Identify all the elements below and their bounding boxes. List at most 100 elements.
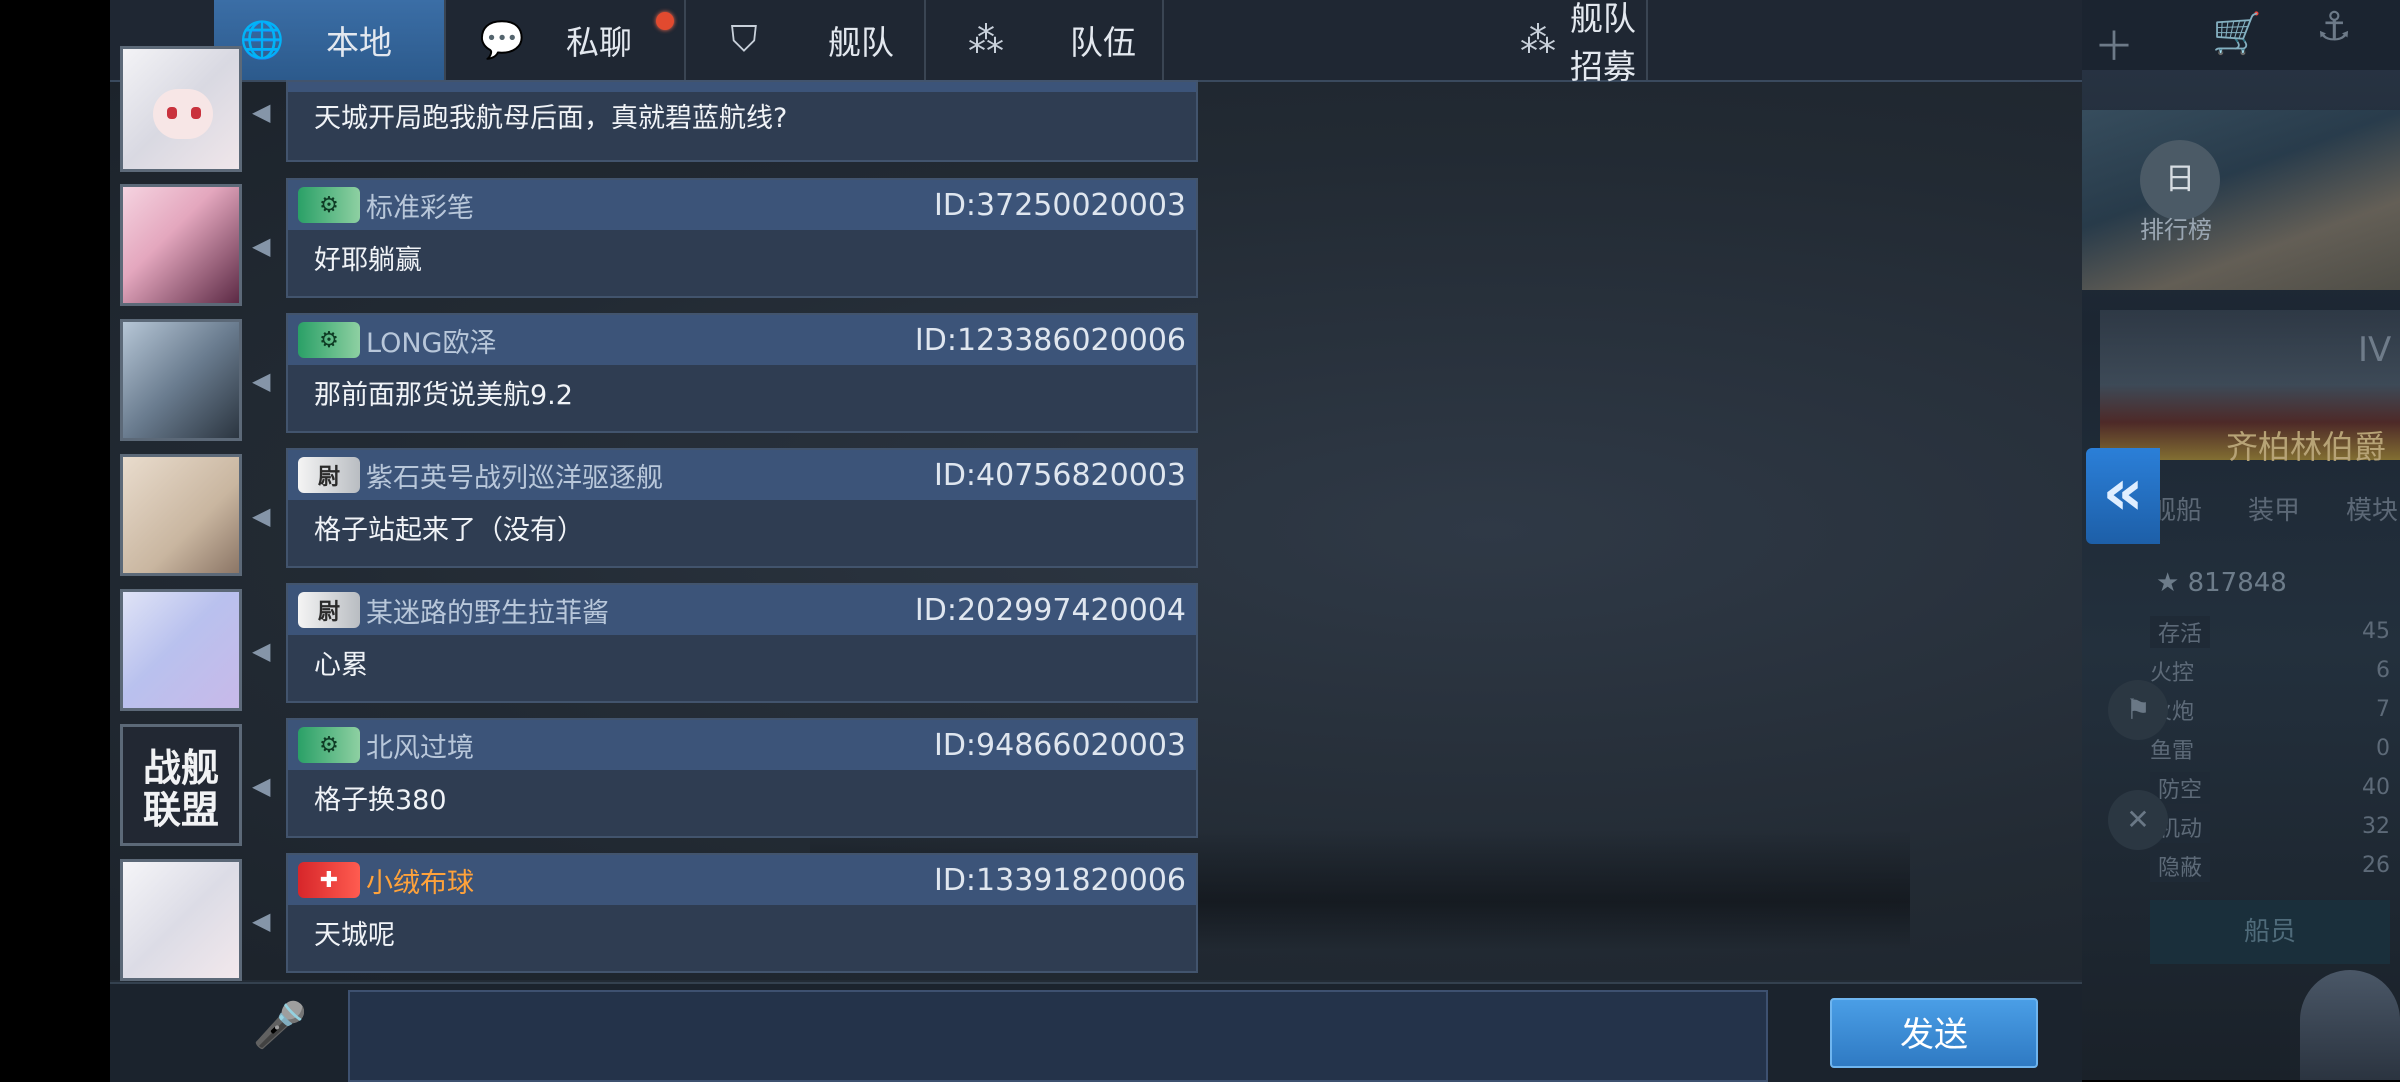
avatar-eye bbox=[191, 107, 201, 119]
user-avatar[interactable] bbox=[120, 859, 242, 981]
message-text: 格子站起来了（没有） bbox=[314, 515, 584, 546]
stat-label: 鱼雷 bbox=[2150, 738, 2195, 764]
stat-row: 存活 45 bbox=[2150, 612, 2390, 651]
score-value: 817848 bbox=[2187, 568, 2287, 598]
tab-team[interactable]: ⁂ 队伍 bbox=[926, 0, 1164, 80]
username[interactable]: LONG欧泽 bbox=[366, 321, 496, 360]
logo-line: 战舰 bbox=[142, 746, 219, 790]
tab-local[interactable]: 🌐 本地 bbox=[214, 0, 446, 80]
message-header: ✚ 小绒布球 ID:13391820006 bbox=[288, 855, 1196, 905]
tab-private-chat[interactable]: 💬 私聊 bbox=[446, 0, 686, 80]
rank-badge-icon: 尉 bbox=[298, 457, 360, 493]
leaderboard-label: 排行榜 bbox=[2140, 216, 2212, 244]
chat-tab-bar: 🌐 本地 💬 私聊 ⛉ 舰队 ⁂ 队伍 ⁂ 舰队招募 bbox=[110, 0, 2082, 86]
bubble-pointer-icon: ◀ bbox=[252, 502, 271, 530]
message-header: ⚙ 标准彩笔 ID:37250020003 bbox=[288, 180, 1196, 230]
message-bubble: 尉 紫石英号战列巡洋驱逐舰 ID:40756820003 格子站起来了（没有） bbox=[286, 448, 1198, 568]
user-avatar[interactable] bbox=[120, 46, 242, 172]
stat-value: 6 bbox=[2376, 658, 2390, 683]
tab-label: 私聊 bbox=[566, 23, 632, 62]
message-header: ⚙ LONG欧泽 ID:123386020006 bbox=[288, 315, 1196, 365]
anchor-icon[interactable]: ⚓ bbox=[2316, 4, 2352, 50]
bubble-pointer-icon: ◀ bbox=[252, 772, 271, 800]
stat-label: 隐蔽 bbox=[2150, 849, 2211, 882]
chat-bubble-icon: 💬 bbox=[479, 20, 525, 61]
rank-badge-icon: ⚙ bbox=[298, 187, 360, 223]
ship-tier: IV bbox=[2358, 330, 2392, 370]
tab-label: 本地 bbox=[326, 23, 392, 62]
plus-icon[interactable]: ＋ bbox=[2094, 14, 2134, 72]
message-header: 尉 紫石英号战列巡洋驱逐舰 ID:40756820003 bbox=[288, 450, 1196, 500]
leaderboard-icon[interactable]: 日 bbox=[2140, 140, 2220, 220]
microphone-icon[interactable]: 🎤 bbox=[250, 999, 310, 1069]
ship-name: 齐柏林伯爵 bbox=[2226, 428, 2387, 466]
message-header: 尉 某迷路的野生拉菲酱 ID:202997420004 bbox=[288, 585, 1196, 635]
chat-input[interactable] bbox=[348, 990, 1768, 1082]
message-header: ⚙ 北风过境 ID:94866020003 bbox=[288, 720, 1196, 770]
chat-composer: 🎤 发送 bbox=[110, 982, 2082, 1082]
message-text: 心累 bbox=[314, 650, 368, 681]
user-avatar[interactable] bbox=[120, 184, 242, 306]
user-avatar[interactable] bbox=[120, 319, 242, 441]
message-text: 好耶躺赢 bbox=[314, 245, 422, 276]
notification-dot bbox=[656, 12, 674, 30]
stat-label: 火控 bbox=[2150, 660, 2195, 686]
crew-button[interactable]: 船员 bbox=[2150, 900, 2390, 964]
stat-row: 隐蔽 26 bbox=[2150, 846, 2390, 885]
message-bubble: ⚙ 北风过境 ID:94866020003 格子换380 bbox=[286, 718, 1198, 838]
message-text: 天城开局跑我航母后面，真就碧蓝航线? bbox=[314, 103, 788, 134]
username[interactable]: 小绒布球 bbox=[366, 861, 474, 900]
tab-armor[interactable]: 装甲 bbox=[2248, 490, 2300, 527]
user-id: ID:94866020003 bbox=[933, 727, 1186, 763]
bubble-pointer-icon: ◀ bbox=[252, 367, 271, 395]
send-button[interactable]: 发送 bbox=[1830, 998, 2038, 1068]
username[interactable]: 某迷路的野生拉菲酱 bbox=[366, 591, 609, 630]
stat-value: 0 bbox=[2376, 736, 2390, 761]
stat-label: 存活 bbox=[2150, 615, 2211, 648]
cart-icon[interactable]: 🛒 bbox=[2212, 10, 2262, 57]
avatar-face bbox=[153, 89, 213, 139]
rank-badge-icon: ✚ bbox=[298, 862, 360, 898]
bubble-pointer-icon: ◀ bbox=[252, 232, 271, 260]
message-bubble: ✚ 小绒布球 ID:13391820006 天城呢 bbox=[286, 853, 1198, 973]
message-bubble: ⚙ 标准彩笔 ID:37250020003 好耶躺赢 bbox=[286, 178, 1198, 298]
bubble-pointer-icon: ◀ bbox=[252, 98, 271, 126]
message-text: 格子换380 bbox=[314, 785, 447, 816]
avatar-eye bbox=[167, 107, 177, 119]
user-id: ID:37250020003 bbox=[933, 187, 1186, 223]
username[interactable]: 北风过境 bbox=[366, 726, 474, 765]
tab-label: 队伍 bbox=[1070, 23, 1136, 62]
bubble-pointer-icon: ◀ bbox=[252, 907, 271, 935]
user-avatar[interactable] bbox=[120, 454, 242, 576]
user-avatar[interactable] bbox=[120, 589, 242, 711]
tab-modules[interactable]: 模块 bbox=[2346, 490, 2398, 527]
rank-badge-icon: ⚙ bbox=[298, 727, 360, 763]
message-text: 那前面那货说美航9.2 bbox=[314, 380, 573, 411]
user-id: ID:40756820003 bbox=[933, 457, 1186, 493]
stat-value: 7 bbox=[2376, 697, 2390, 722]
stat-row: 机动 32 bbox=[2150, 807, 2390, 846]
message-bubble: 尉 某迷路的野生拉菲酱 ID:202997420004 心累 bbox=[286, 583, 1198, 703]
stat-value: 26 bbox=[2362, 853, 2390, 878]
wrench-icon[interactable]: ✕ bbox=[2108, 790, 2168, 850]
tab-fleet-recruit[interactable]: ⁂ 舰队招募 bbox=[1164, 0, 1648, 86]
captain-avatar[interactable] bbox=[2300, 970, 2400, 1080]
user-avatar[interactable]: 战舰 联盟 bbox=[120, 724, 242, 846]
game-logo: 战舰 联盟 bbox=[123, 747, 239, 831]
tab-fleet[interactable]: ⛉ 舰队 bbox=[686, 0, 926, 80]
collapse-chat-icon[interactable]: « bbox=[2086, 448, 2160, 544]
user-id: ID:202997420004 bbox=[914, 592, 1186, 628]
stat-value: 40 bbox=[2362, 775, 2390, 800]
stat-row: 防空 40 bbox=[2150, 768, 2390, 807]
flag-icon[interactable]: ⚑ bbox=[2108, 680, 2168, 740]
user-id: ID:13391820006 bbox=[933, 862, 1186, 898]
stat-row: 鱼雷 0 bbox=[2150, 729, 2390, 768]
username[interactable]: 标准彩笔 bbox=[366, 186, 474, 225]
stat-row: 火控 6 bbox=[2150, 651, 2390, 690]
ship-stats: 存活 45 火控 6 火炮 7 鱼雷 0 防空 40 机动 32 隐蔽 26 bbox=[2150, 612, 2390, 885]
fleet-icon: ⛉ bbox=[730, 19, 758, 60]
username[interactable]: 紫石英号战列巡洋驱逐舰 bbox=[366, 456, 663, 495]
user-id: ID:123386020006 bbox=[914, 322, 1186, 358]
stat-value: 32 bbox=[2362, 814, 2390, 839]
message-text: 天城呢 bbox=[314, 920, 395, 951]
